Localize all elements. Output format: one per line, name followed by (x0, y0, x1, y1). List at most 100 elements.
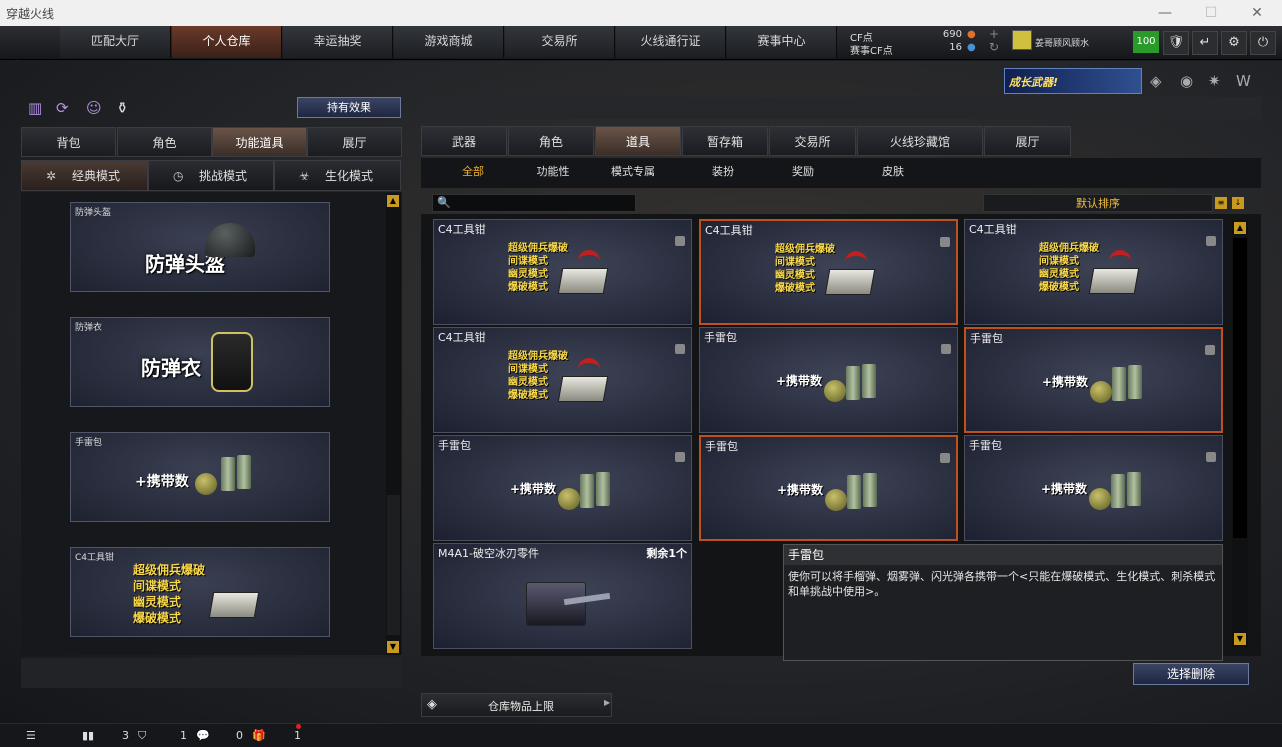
subtab[interactable]: 功能性 (518, 160, 588, 184)
lock-icon[interactable] (941, 344, 951, 354)
item-card[interactable]: M4A1-破空冰刃零件 剩余1个 (433, 543, 692, 649)
item-card[interactable]: C4工具钳 超级佣兵爆破 间谍模式 幽灵模式 爆破模式 (433, 219, 692, 325)
maximize-icon[interactable]: ☐ (1188, 0, 1234, 26)
badge-icon[interactable]: ◈ (1150, 72, 1162, 90)
subtab[interactable]: 模式专属 (598, 160, 668, 184)
gear-icon[interactable]: ⚙ (1221, 31, 1247, 55)
right-tab[interactable]: 火线珍藏馆 (857, 126, 983, 156)
item-big-label: +携带数 (135, 474, 189, 490)
sort-order-icon[interactable]: ↓ (1232, 197, 1244, 209)
power-icon[interactable]: ⏻ (1250, 31, 1276, 55)
lock-icon[interactable] (1205, 345, 1215, 355)
nav-tab[interactable]: 幸运抽奖 (283, 26, 393, 58)
mode-tab[interactable]: ◷ 挑战模式 (148, 160, 274, 191)
mode-tab[interactable]: ✲ 经典模式 (21, 160, 148, 191)
right-tab[interactable]: 角色 (508, 126, 594, 156)
recycle-icon[interactable]: ⟳ (56, 99, 69, 117)
shield-status-icon[interactable]: ⛉ (138, 729, 146, 743)
refresh-icon[interactable]: ↻ (989, 40, 999, 54)
subtab[interactable]: 奖励 (768, 160, 838, 184)
sort-dropdown[interactable]: 默认排序 (983, 194, 1213, 212)
bag-icon[interactable]: ⚱ (116, 99, 129, 117)
capacity-bar[interactable]: ◈ 仓库物品上限 ▶ (421, 693, 612, 717)
scroll-up-icon[interactable]: ▲ (1234, 222, 1246, 234)
item-card[interactable]: C4工具钳 超级佣兵爆破 间谍模式 幽灵模式 爆破模式 (433, 327, 692, 433)
item-name: 手雷包 (438, 439, 471, 452)
subtab[interactable]: 装扮 (688, 160, 758, 184)
item-card[interactable]: 手雷包 +携带数 (433, 435, 692, 541)
item-name: C4工具钳 (705, 224, 753, 237)
item-card[interactable]: 手雷包 +携带数 (964, 435, 1223, 541)
nav-tab[interactable]: 火线通行证 (616, 26, 726, 58)
left-tab[interactable]: 背包 (21, 127, 116, 157)
select-delete-button[interactable]: 选择删除 (1133, 663, 1249, 685)
right-tab[interactable]: 暂存箱 (682, 126, 768, 156)
logo-w-icon[interactable]: W (1236, 72, 1251, 90)
nav-tab[interactable]: 匹配大厅 (60, 26, 171, 58)
chat-icon[interactable]: 💬 (196, 729, 210, 742)
item-card[interactable]: 手雷包 +携带数 (964, 327, 1223, 433)
menu-icon[interactable]: ☰ (26, 729, 36, 742)
effects-button[interactable]: 持有效果 (297, 97, 401, 118)
nav-tab[interactable]: 交易所 (505, 26, 615, 58)
promo-banner[interactable]: 成长武器! (1004, 68, 1142, 94)
nav-tab[interactable]: 赛事中心 (727, 26, 837, 58)
grid-scrollbar[interactable]: ▲ ▼ (1232, 220, 1248, 647)
friends-icon[interactable]: ▮▮ (82, 729, 94, 742)
lock-icon[interactable] (1206, 452, 1216, 462)
minimize-icon[interactable]: — (1142, 0, 1188, 26)
scroll-down-icon[interactable]: ▼ (1234, 633, 1246, 645)
right-tab[interactable]: 武器 (421, 126, 507, 156)
nav-tab[interactable]: 游戏商城 (394, 26, 504, 58)
left-tab[interactable]: 角色 (117, 127, 212, 157)
lock-icon[interactable] (940, 237, 950, 247)
list-item[interactable]: 手雷包 +携带数 (70, 432, 330, 522)
right-tab[interactable]: 道具 (595, 126, 681, 156)
c4-tool-icon (1088, 268, 1140, 294)
stats-icon[interactable]: ▥ (28, 99, 42, 117)
grenade-icon (558, 488, 580, 510)
list-item[interactable]: C4工具钳 超级佣兵爆破 间谍模式 幽灵模式 爆破模式 (70, 547, 330, 637)
remain-count: 剩余1个 (646, 547, 687, 560)
right-tab[interactable]: 交易所 (769, 126, 856, 156)
item-card[interactable]: C4工具钳 超级佣兵爆破 间谍模式 幽灵模式 爆破模式 (964, 219, 1223, 325)
globe-icon[interactable]: ◉ (1180, 72, 1193, 90)
search-input[interactable]: 🔍 (432, 194, 636, 212)
nav-tab[interactable]: 个人仓库 (172, 26, 282, 58)
scroll-thumb[interactable] (387, 495, 400, 635)
lock-icon[interactable] (675, 236, 685, 246)
gift-icon[interactable]: 🎁 (252, 729, 266, 742)
item-card[interactable]: 手雷包 +携带数 (699, 327, 958, 433)
chevron-right-icon: ▶ (604, 698, 611, 707)
smoke-can-icon (221, 457, 235, 491)
left-tab[interactable]: 功能道具 (212, 127, 307, 157)
lock-icon[interactable] (675, 344, 685, 354)
list-view-icon[interactable]: ≡ (1215, 197, 1227, 209)
subtab[interactable]: 全部 (438, 160, 508, 184)
left-tab[interactable]: 展厅 (307, 127, 402, 157)
item-card[interactable]: C4工具钳 超级佣兵爆破 间谍模式 幽灵模式 爆破模式 (699, 219, 958, 325)
shield-icon[interactable]: 🛡 (1163, 31, 1189, 55)
list-item[interactable]: 防弹衣 防弹衣 (70, 317, 330, 407)
item-name: 手雷包 (705, 440, 738, 453)
list-item[interactable]: 防弹头盔 防弹头盔 (70, 202, 330, 292)
scroll-thumb[interactable] (1233, 238, 1247, 538)
scroll-up-icon[interactable]: ▲ (387, 195, 399, 207)
user-icon[interactable]: ☺ (86, 99, 102, 117)
search-icon: 🔍 (437, 196, 451, 209)
back-icon[interactable]: ↵ (1192, 31, 1218, 55)
lock-icon[interactable] (675, 452, 685, 462)
item-card[interactable]: 手雷包 +携带数 (699, 435, 958, 541)
add-cf-icon[interactable]: + (989, 27, 999, 41)
star-icon[interactable]: ✷ (1208, 72, 1221, 90)
mode-line: 幽灵模式 (508, 377, 548, 388)
close-icon[interactable]: ✕ (1234, 0, 1280, 26)
right-tab[interactable]: 展厅 (984, 126, 1071, 156)
left-scrollbar[interactable]: ▲ ▼ (386, 193, 401, 655)
lock-icon[interactable] (1206, 236, 1216, 246)
subtab[interactable]: 皮肤 (858, 160, 928, 184)
lock-icon[interactable] (940, 453, 950, 463)
scroll-down-icon[interactable]: ▼ (387, 641, 399, 653)
status-bar: ☰ ▮▮ 3 ⛉ 1 💬 0 🎁 1 (0, 723, 1282, 747)
mode-tab[interactable]: ☣ 生化模式 (274, 160, 401, 191)
